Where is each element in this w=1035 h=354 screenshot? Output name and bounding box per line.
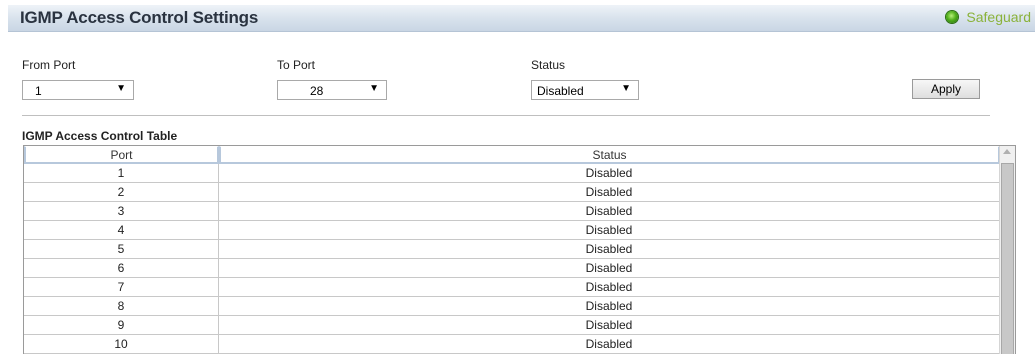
status-cell: Disabled [219,297,1000,316]
port-cell: 10 [24,335,219,354]
port-cell: 5 [24,240,219,259]
status-label: Status [531,58,566,72]
port-cell: 1 [24,164,219,183]
scroll-thumb[interactable] [1001,163,1014,354]
to-port-select[interactable]: 28 ▼ [277,80,387,100]
table-row: 4 Disabled [24,221,1015,240]
status-cell: Disabled [219,164,1000,183]
status-cell: Disabled [219,221,1000,240]
table-row: 8 Disabled [24,297,1015,316]
divider [22,115,990,116]
table-row: 6 Disabled [24,259,1015,278]
table-title: IGMP Access Control Table [22,129,178,143]
status-value: Disabled [537,84,584,98]
table-row: 9 Disabled [24,316,1015,335]
title-bar: IGMP Access Control Settings Safeguard [8,5,1035,32]
chevron-down-icon: ▼ [369,83,379,94]
status-cell: Disabled [219,240,1000,259]
table-row: 1 Disabled [24,164,1015,183]
scroll-up-icon[interactable] [1003,149,1011,154]
table-row: 3 Disabled [24,202,1015,221]
port-cell: 3 [24,202,219,221]
table-body: 1 Disabled 2 Disabled 3 Disabled 4 Disabled 5 Dis… [24,164,1015,354]
status-cell: Disabled [219,183,1000,202]
port-cell: 7 [24,278,219,297]
table-row: 7 Disabled [24,278,1015,297]
page-title: IGMP Access Control Settings [20,8,259,27]
column-header-status: Status [219,146,1000,164]
access-control-table: Port Status 1 Disabled 2 Disabled 3 Disabled 4… [23,145,1016,354]
from-port-label: From Port [22,58,76,72]
column-header-port: Port [24,146,219,164]
status-cell: Disabled [219,202,1000,221]
table-row: 10 Disabled [24,335,1015,354]
safeguard-label: Safeguard [966,9,1031,25]
status-cell: Disabled [219,259,1000,278]
status-dot-icon [946,11,959,23]
status-cell: Disabled [219,316,1000,335]
port-cell: 4 [24,221,219,240]
chevron-down-icon: ▼ [621,83,631,94]
to-port-value: 28 [310,84,324,98]
status-select[interactable]: Disabled ▼ [531,80,639,100]
chevron-down-icon: ▼ [116,83,126,94]
from-port-value: 1 [35,84,42,98]
status-cell: Disabled [219,335,1000,354]
port-cell: 6 [24,259,219,278]
apply-button[interactable]: Apply [912,79,980,99]
table-header: Port Status [24,146,1015,164]
port-cell: 9 [24,316,219,335]
from-port-select[interactable]: 1 ▼ [22,80,134,100]
status-cell: Disabled [219,278,1000,297]
table-row: 5 Disabled [24,240,1015,259]
vertical-scrollbar[interactable] [999,146,1015,354]
table-row: 2 Disabled [24,183,1015,202]
safeguard-indicator[interactable]: Safeguard [946,9,1031,25]
port-cell: 2 [24,183,219,202]
to-port-label: To Port [277,58,316,72]
port-cell: 8 [24,297,219,316]
